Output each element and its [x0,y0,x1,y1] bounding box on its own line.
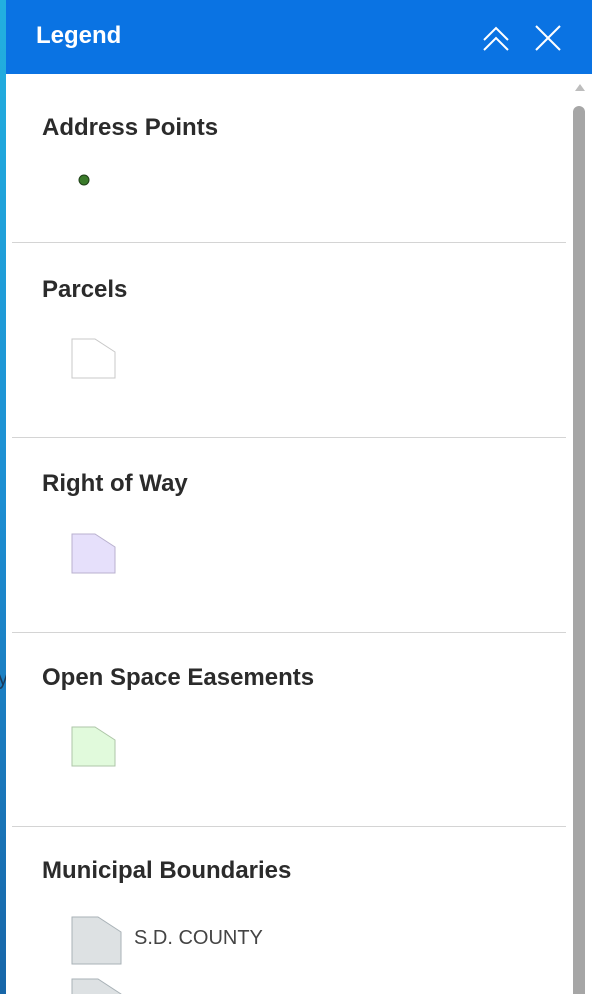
legend-header: Legend [6,0,592,74]
legend-class-label: S.D. COUNTY [134,927,263,949]
double-chevron-up-icon [483,26,509,51]
layer-title: Address Points [42,114,219,141]
polygon-symbol-icon [71,533,116,574]
layer-title: Right of Way [42,470,188,497]
scrollbar-thumb[interactable] [573,106,585,994]
legend-scrollbar[interactable] [568,74,592,994]
legend-layer-parcels: Parcels [12,243,566,438]
polygon-symbol-icon [71,978,122,994]
layer-title: Open Space Easements [42,664,315,691]
legend-layer-open-space-easements: Open Space Easements [12,633,566,827]
close-icon [535,25,561,51]
point-symbol-icon [78,174,90,186]
legend-title: Legend [36,22,122,49]
scroll-up-arrow-icon[interactable] [575,84,585,91]
layer-title: Municipal Boundaries [42,857,292,884]
polygon-symbol-icon [71,726,116,767]
polygon-symbol-icon [71,338,116,379]
legend-panel: Legend Address Points Parcels Right of W… [6,0,592,994]
layer-title: Parcels [42,276,128,303]
close-button[interactable] [532,22,564,54]
legend-content[interactable]: Address Points Parcels Right of Way Open… [6,74,568,994]
legend-layer-municipal-boundaries: Municipal Boundaries S.D. COUNTY [12,827,566,994]
collapse-button[interactable] [480,22,512,54]
polygon-symbol-icon [71,916,122,965]
legend-layer-address-points: Address Points [12,74,566,243]
legend-layer-right-of-way: Right of Way [12,438,566,633]
